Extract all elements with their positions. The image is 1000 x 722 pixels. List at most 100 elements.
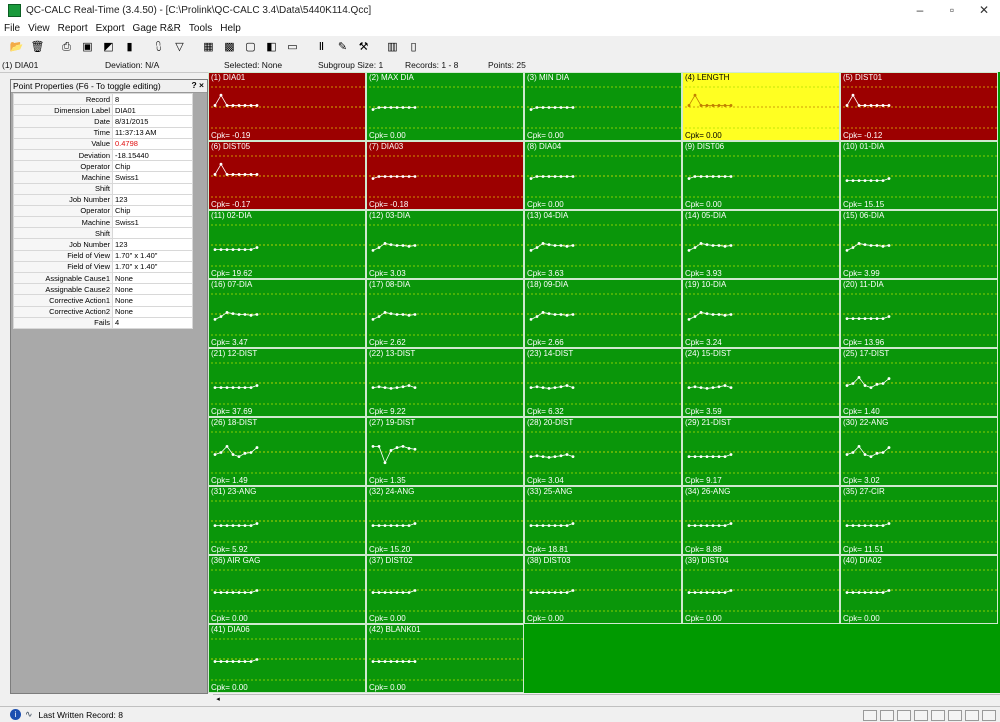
data-point (413, 589, 417, 592)
feature-chart-cell[interactable]: (40) DIA02 Cpk= 0.00 (840, 555, 998, 624)
menu-tools[interactable]: Tools (185, 23, 216, 34)
menu-help[interactable]: Help (216, 23, 245, 34)
property-value[interactable]: DIA01 (112, 104, 193, 117)
menu-export[interactable]: Export (92, 23, 129, 34)
feature-chart-cell[interactable]: (1) DIA01 Cpk= -0.19 (208, 72, 366, 141)
feature-chart-cell[interactable]: (35) 27-CIR Cpk= 11.51 (840, 486, 998, 555)
feature-chart-cell[interactable]: (41) DIA06 Cpk= 0.00 (208, 624, 366, 693)
window-icon[interactable]: ▭ (284, 39, 301, 56)
panel-help-close-buttons[interactable]: ? × (189, 80, 204, 90)
feature-chart-cell[interactable]: (13) 04-DIA Cpk= 3.63 (524, 210, 682, 279)
feature-chart-cell[interactable]: (32) 24-ANG Cpk= 15.20 (366, 486, 524, 555)
feature-chart-cell[interactable]: (10) 01-DIA Cpk= 15.15 (840, 141, 998, 210)
data-point (881, 382, 885, 385)
maximize-button[interactable]: ▫ (936, 0, 968, 20)
feature-chart-cell[interactable]: (42) BLANK01 Cpk= 0.00 (366, 624, 524, 693)
menu-report[interactable]: Report (54, 23, 92, 34)
feature-chart-cell[interactable]: (25) 17-DIST Cpk= 1.40 (840, 348, 998, 417)
feature-chart-cell[interactable]: (20) 11-DIA Cpk= 13.96 (840, 279, 998, 348)
property-value[interactable]: None (112, 294, 193, 307)
tools-icon[interactable]: ⚒ (355, 39, 372, 56)
property-value[interactable]: 4 (112, 316, 193, 329)
feature-chart-cell[interactable]: (2) MAX DIA Cpk= 0.00 (366, 72, 524, 141)
feature-chart-cell[interactable]: (36) AIR GAG Cpk= 0.00 (208, 555, 366, 624)
property-value[interactable]: None (112, 305, 193, 318)
tag-icon[interactable]: ✎ (334, 39, 351, 56)
feature-chart-cell[interactable]: (19) 10-DIA Cpk= 3.24 (682, 279, 840, 348)
feature-chart-cell[interactable]: (22) 13-DIST Cpk= 9.22 (366, 348, 524, 417)
feature-chart-cell[interactable]: (24) 15-DIST Cpk= 3.59 (682, 348, 840, 417)
feature-chart-cell[interactable]: (9) DIST06 Cpk= 0.00 (682, 141, 840, 210)
green-grid2-icon[interactable]: ▩ (221, 39, 238, 56)
feature-chart-cell[interactable]: (38) DIST03 Cpk= 0.00 (524, 555, 682, 624)
feature-chart-cell[interactable]: (17) 08-DIA Cpk= 2.62 (366, 279, 524, 348)
control-chart-icon[interactable]: ⩇ (150, 39, 167, 56)
pause-icon[interactable]: Ⅱ (313, 39, 330, 56)
feature-chart-cell[interactable]: (26) 18-DIST Cpk= 1.49 (208, 417, 366, 486)
property-value[interactable]: 123 (112, 193, 193, 206)
feature-chart-cell[interactable]: (39) DIST04 Cpk= 0.00 (682, 555, 840, 624)
data-point (869, 455, 873, 458)
feature-chart-cell[interactable]: (11) 02-DIA Cpk= 19.62 (208, 210, 366, 279)
box-icon[interactable]: ▢ (242, 39, 259, 56)
feature-chart-cell[interactable]: (6) DIST05 Cpk= -0.17 (208, 141, 366, 210)
property-value[interactable]: 0.4798 (112, 137, 193, 150)
folder-open-icon[interactable]: 📂 (8, 39, 25, 56)
property-value[interactable] (112, 182, 193, 195)
print-icon[interactable]: ⎙ (58, 39, 75, 56)
feature-chart-cell[interactable]: (33) 25-ANG Cpk= 18.81 (524, 486, 682, 555)
feature-chart-cell[interactable]: (4) LENGTH Cpk= 0.00 (682, 72, 840, 141)
property-value[interactable]: 8/31/2015 (112, 115, 193, 128)
feature-label: (8) DIA04 (527, 142, 562, 151)
feature-chart-cell[interactable]: (18) 09-DIA Cpk= 2.66 (524, 279, 682, 348)
feature-chart-cell[interactable]: (15) 06-DIA Cpk= 3.99 (840, 210, 998, 279)
feature-chart-cell[interactable]: (29) 21-DIST Cpk= 9.17 (682, 417, 840, 486)
menu-gage-rr[interactable]: Gage R&R (129, 23, 185, 34)
feature-label: (26) 18-DIST (211, 418, 258, 427)
feature-chart-cell[interactable]: (3) MIN DIA Cpk= 0.00 (524, 72, 682, 141)
minimize-button[interactable]: – (904, 0, 936, 20)
menu-view[interactable]: View (24, 23, 54, 34)
property-value[interactable]: None (112, 271, 193, 285)
feature-chart-cell[interactable]: (5) DIST01 Cpk= -0.12 (840, 72, 998, 141)
doc-icon[interactable]: ◧ (263, 39, 280, 56)
feature-chart-cell[interactable]: (34) 26-ANG Cpk= 8.88 (682, 486, 840, 555)
feature-chart-cell[interactable]: (12) 03-DIA Cpk= 3.03 (366, 210, 524, 279)
feature-chart-cell[interactable]: (16) 07-DIA Cpk= 3.47 (208, 279, 366, 348)
cpk-value: Cpk= 0.00 (369, 683, 406, 692)
bucket-icon[interactable]: ▮ (121, 39, 138, 56)
property-value[interactable] (112, 227, 193, 240)
property-value[interactable]: 123 (112, 238, 193, 251)
property-value[interactable]: 8 (112, 92, 193, 106)
horizontal-scrollbar[interactable]: ◂ (213, 694, 1000, 705)
feature-chart-cell[interactable]: (27) 19-DIST Cpk= 1.35 (366, 417, 524, 486)
feature-chart-cell[interactable]: (31) 23-ANG Cpk= 5.92 (208, 486, 366, 555)
property-value[interactable]: Swiss1 (112, 171, 193, 184)
feature-chart-cell[interactable]: (30) 22-ANG Cpk= 3.02 (840, 417, 998, 486)
feature-chart-cell[interactable]: (7) DIA03 Cpk= -0.18 (366, 141, 524, 210)
feature-chart-cell[interactable]: (21) 12-DIST Cpk= 37.69 (208, 348, 366, 417)
property-value[interactable]: Swiss1 (112, 216, 193, 229)
preview-icon[interactable]: ▣ (79, 39, 96, 56)
property-value[interactable]: Chip (112, 204, 193, 218)
bar-chart-icon[interactable]: ▥ (384, 39, 401, 56)
feature-chart-cell[interactable]: (8) DIA04 Cpk= 0.00 (524, 141, 682, 210)
property-value[interactable]: 1.70" x 1.40" (112, 260, 193, 274)
feature-chart-cell[interactable]: (37) DIST02 Cpk= 0.00 (366, 555, 524, 624)
property-value[interactable]: None (112, 283, 193, 296)
feature-chart-cell[interactable]: (14) 05-DIA Cpk= 3.93 (682, 210, 840, 279)
property-value[interactable]: 1.70" x 1.40" (112, 249, 193, 262)
scroll-left-button[interactable]: ◂ (213, 695, 223, 705)
clipboard-icon[interactable]: ▯ (405, 39, 422, 56)
property-value[interactable]: Chip (112, 160, 193, 173)
menu-file[interactable]: File (0, 23, 24, 34)
filter-icon[interactable]: ▽ (171, 39, 188, 56)
feature-chart-cell[interactable]: (28) 20-DIST Cpk= 3.04 (524, 417, 682, 486)
chart-icon[interactable]: ◩ (100, 39, 117, 56)
trash-icon[interactable]: 🗑 (29, 39, 46, 56)
feature-chart-cell[interactable]: (23) 14-DIST Cpk= 6.32 (524, 348, 682, 417)
property-value[interactable]: -18.15440 (112, 148, 193, 162)
close-button[interactable]: ✕ (968, 0, 1000, 20)
green-grid-icon[interactable]: ▦ (200, 39, 217, 56)
property-value[interactable]: 11:37:13 AM (112, 126, 193, 139)
